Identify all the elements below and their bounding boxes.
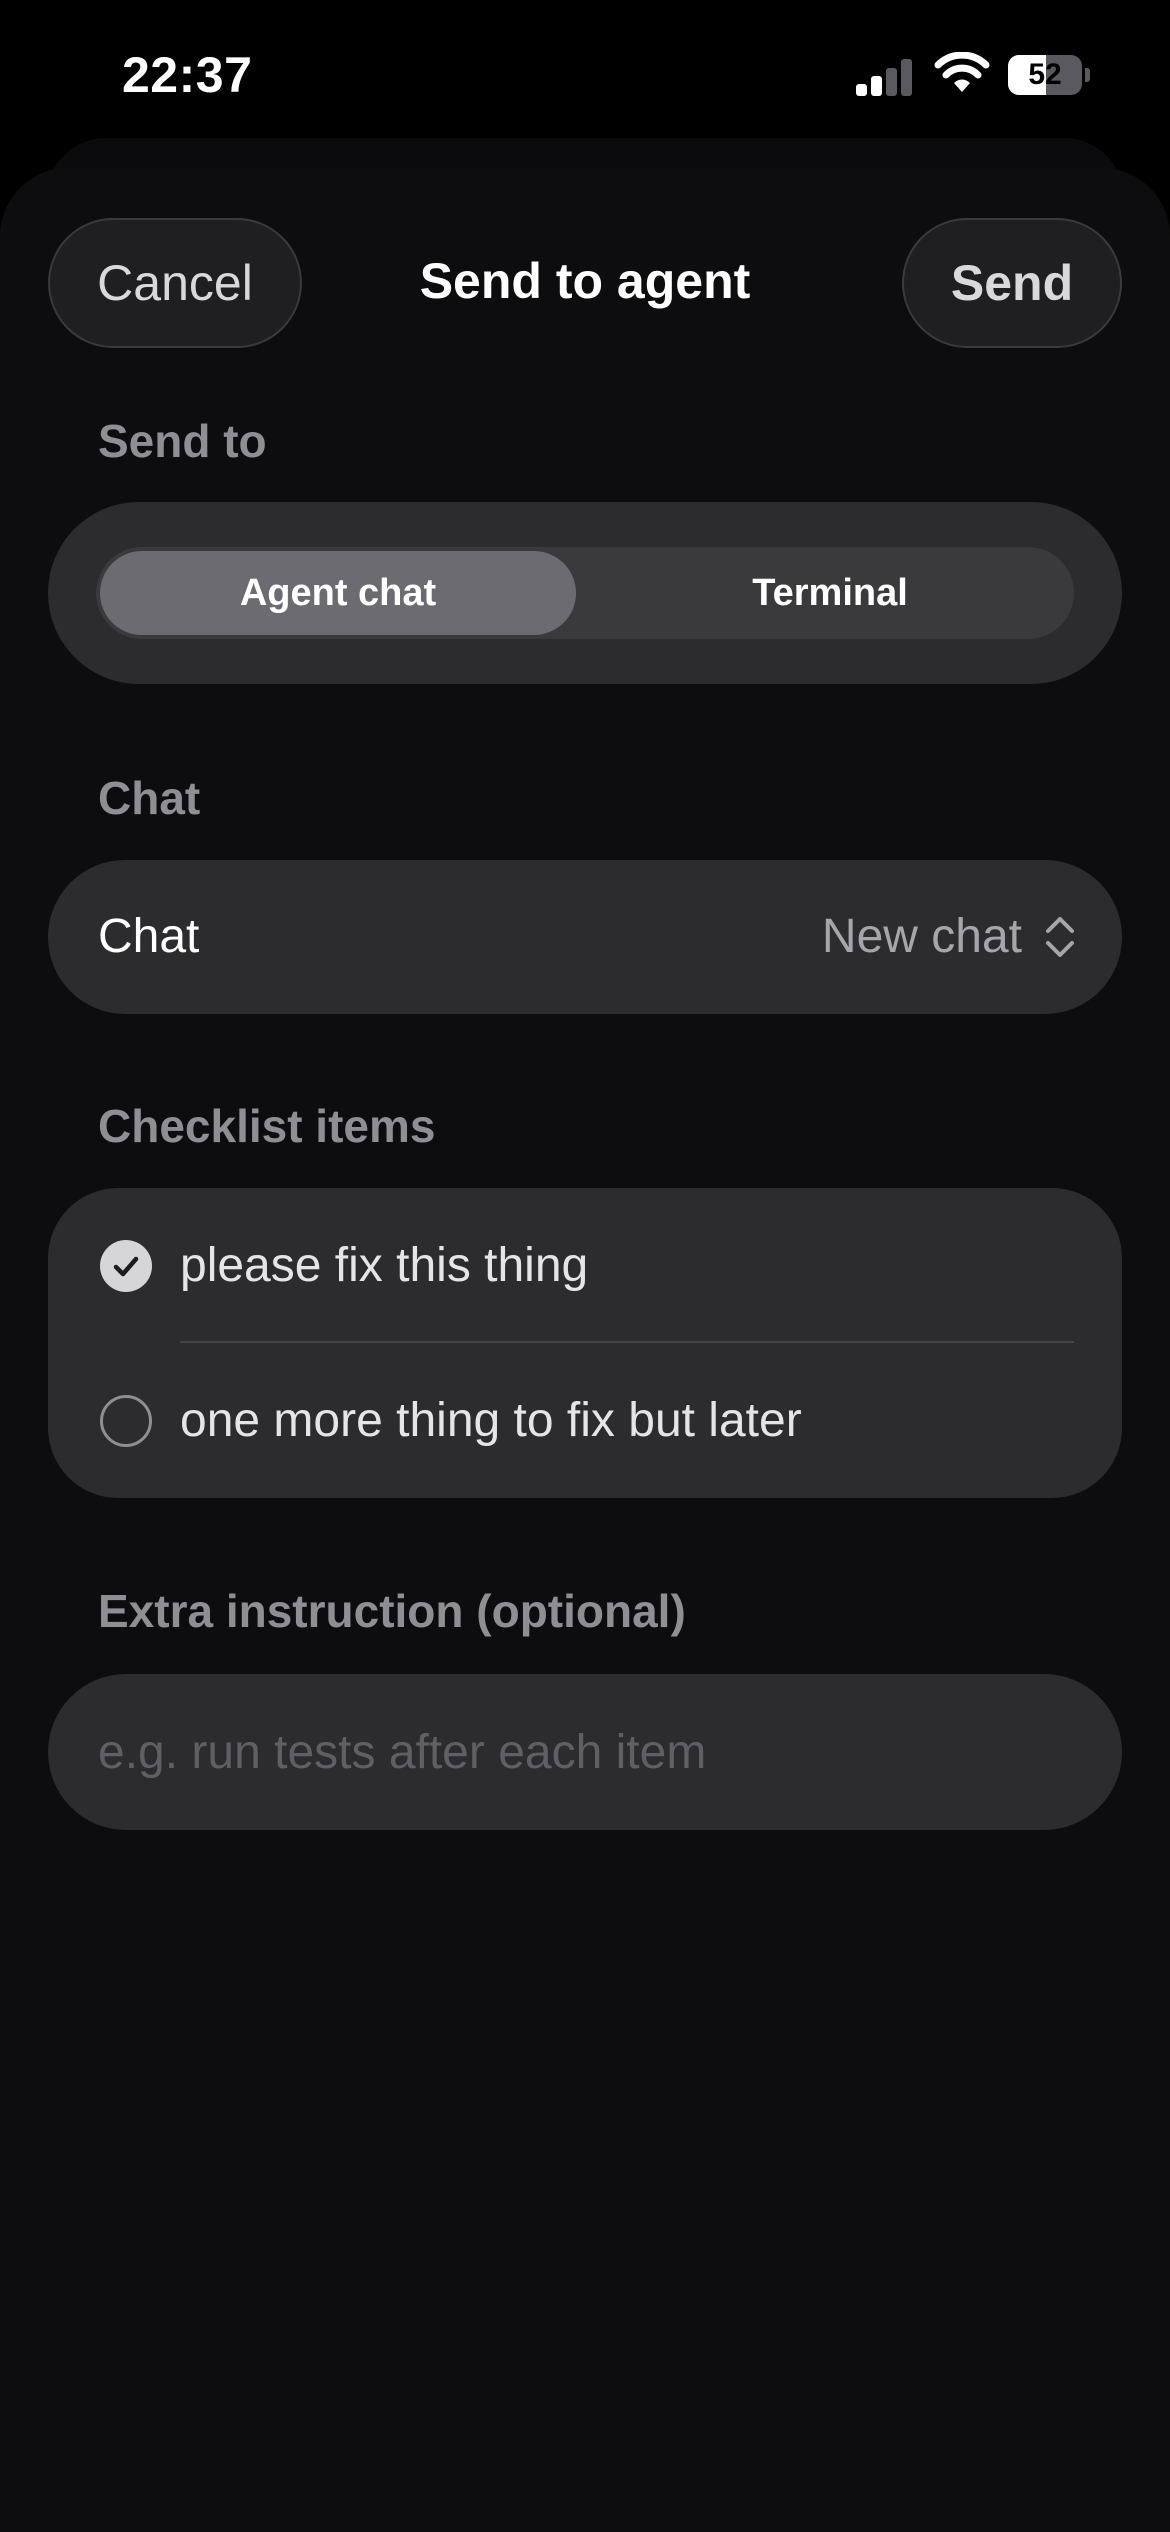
send-button[interactable]: Send (902, 218, 1122, 348)
checklist-item-text: one more thing to fix but later (180, 1394, 802, 1447)
checkbox-unchecked[interactable] (100, 1395, 152, 1447)
extra-instruction-field[interactable] (48, 1674, 1122, 1830)
chat-row-label: Chat (98, 910, 200, 963)
signal-bar (856, 84, 867, 96)
checkmark-icon (113, 1256, 139, 1277)
checklist-item[interactable]: one more thing to fix but later (48, 1343, 1122, 1498)
battery-body: 52 (1008, 55, 1082, 95)
segment-agent-chat[interactable]: Agent chat (100, 551, 576, 635)
signal-bar (901, 59, 912, 96)
signal-bar (871, 76, 882, 96)
checkbox-checked[interactable] (100, 1240, 152, 1292)
chevron-up-down-icon (1046, 917, 1074, 957)
checklist-card: please fix this thing one more thing to … (48, 1188, 1122, 1498)
battery-icon: 52 (1008, 55, 1090, 95)
extra-instruction-label: Extra instruction (optional) (98, 1585, 686, 1637)
status-time: 22:37 (122, 47, 253, 103)
checklist-item-text: please fix this thing (180, 1239, 589, 1292)
signal-bar (886, 68, 897, 96)
battery-level: 52 (1028, 58, 1062, 91)
extra-instruction-input[interactable] (98, 1674, 1068, 1830)
status-bar: 22:37 52 (0, 0, 1170, 150)
checklist-section-label: Checklist items (98, 1100, 436, 1152)
send-to-card: Agent chat Terminal (48, 502, 1122, 684)
checklist-item[interactable]: please fix this thing (48, 1188, 1122, 1343)
send-to-segmented-control: Agent chat Terminal (96, 547, 1074, 639)
segment-terminal[interactable]: Terminal (586, 547, 1074, 639)
chat-picker-row[interactable]: Chat New chat (48, 860, 1122, 1014)
screen: 22:37 52 Cancel Send to agent Send Send … (0, 0, 1170, 2532)
chat-section-label: Chat (98, 772, 201, 824)
battery-cap (1085, 68, 1090, 82)
chat-selected-value: New chat (821, 910, 1022, 963)
wifi-icon (934, 52, 990, 92)
cellular-signal-icon (856, 58, 914, 96)
send-to-label: Send to (98, 415, 267, 467)
